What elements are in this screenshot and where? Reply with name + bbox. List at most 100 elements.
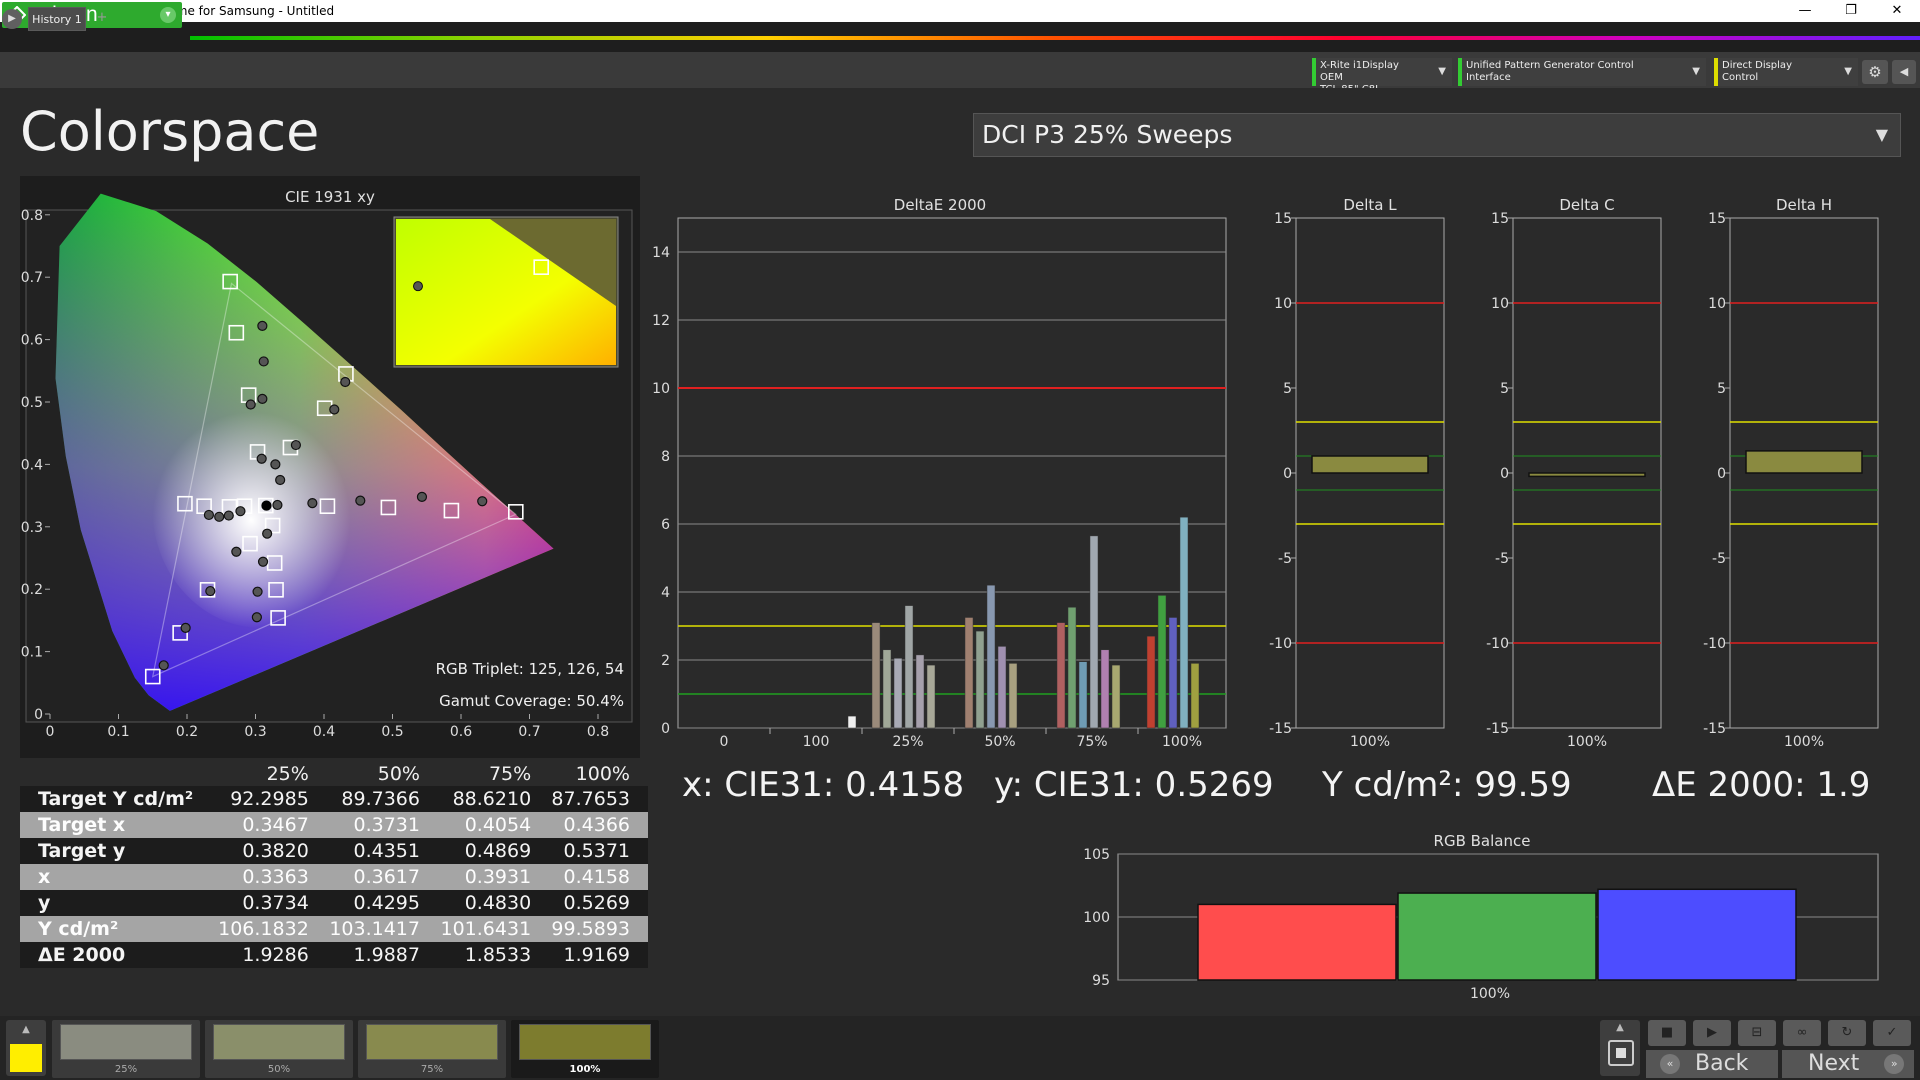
measured-marker — [355, 495, 366, 506]
y-tick-label: 0.7 — [21, 270, 43, 286]
delta-bar — [1311, 455, 1429, 474]
y-tick-label: 0.8 — [21, 208, 43, 224]
deltae-plot-area — [677, 217, 1227, 729]
deltae-bar — [904, 605, 914, 729]
loop-icon[interactable]: ∞ — [1783, 1020, 1821, 1046]
save-icon[interactable]: ⊟ — [1738, 1020, 1776, 1046]
y-tick-label: 6 — [661, 517, 670, 533]
check-icon[interactable]: ✓ — [1873, 1020, 1911, 1046]
y-tick-label: 0 — [1500, 466, 1509, 482]
play-icon[interactable]: ▶ — [1693, 1020, 1731, 1046]
current-color-swatch[interactable]: ▲ — [6, 1020, 46, 1076]
meter-device-selector[interactable]: X-Rite i1Display OEM TCL 85" C8L ▼ — [1312, 58, 1452, 95]
measurement-table: 25% 50% 75% 100% Target Y cd/m² 92.2985 89.73… — [20, 762, 648, 968]
y-tick-label: 5 — [1717, 381, 1726, 397]
y-tick-label: 15 — [1491, 211, 1509, 227]
column-header — [20, 762, 216, 786]
deltae-bar — [1168, 617, 1178, 729]
collapse-panel-button[interactable]: ◀ — [1892, 60, 1916, 84]
deltae-bar — [986, 584, 996, 729]
back-button[interactable]: « Back — [1646, 1050, 1778, 1078]
stop-measurement-button[interactable]: ▲ — [1600, 1020, 1640, 1076]
row-label: Target y — [20, 838, 216, 864]
x-tick-label: 0.5 — [381, 724, 403, 740]
table-cell: 1.9286 — [215, 942, 327, 968]
window-title-bar: Calman 2026 Calman Home for Samsung - Un… — [0, 0, 1920, 22]
table-row: Target Y cd/m² 92.2985 89.7366 88.6210 87.76… — [20, 786, 648, 812]
row-label: Y cd/m² — [20, 916, 216, 942]
deltae-bar — [964, 617, 974, 729]
display-control-selector[interactable]: Direct Display Control ▼ — [1714, 58, 1858, 86]
y-tick-label: 0.3 — [21, 520, 43, 536]
y-tick-label: 0.6 — [21, 333, 43, 349]
table-cell: 0.4366 — [549, 812, 648, 838]
table-cell: 103.1417 — [326, 916, 438, 942]
delta-c-chart: Delta C 15 10 5 0 -5 -10 -15 100% — [1486, 196, 1662, 750]
x-tick-label: 0 — [720, 734, 729, 750]
column-header: 100% — [549, 762, 648, 786]
y-tick-label: -5 — [1278, 551, 1292, 567]
y-tick-label: 0 — [1717, 466, 1726, 482]
patch-swatch[interactable]: 25% — [52, 1020, 200, 1078]
table-cell: 0.3731 — [326, 812, 438, 838]
patch-swatch[interactable]: 100% — [511, 1020, 659, 1078]
column-header: 50% — [326, 762, 438, 786]
deltae-bar — [1146, 635, 1156, 729]
stop-icon[interactable]: ■ — [1648, 1020, 1686, 1046]
next-arrow-icon: » — [1884, 1054, 1905, 1074]
refresh-icon[interactable]: ↻ — [1828, 1020, 1866, 1046]
x-tick-label: 0.4 — [313, 724, 335, 740]
pattern-set-dropdown[interactable]: DCI P3 25% Sweeps ▼ — [973, 113, 1901, 157]
deltae-x-axis: 0 100 25% 50% 75% 100% — [720, 728, 1202, 750]
window-title: Calman 2026 Calman Home for Samsung - Un… — [26, 4, 335, 18]
settings-gear-button[interactable]: ⚙ — [1862, 60, 1888, 84]
y-tick-label: -10 — [1486, 636, 1509, 652]
play-arrow-icon[interactable]: ▶ — [2, 9, 22, 29]
add-tab-button[interactable]: + — [92, 10, 112, 28]
measured-marker — [245, 399, 256, 410]
tab-history-1[interactable]: History 1 — [28, 7, 86, 31]
readout-y: y: CIE31: 0.5269 — [994, 765, 1274, 805]
row-label: ΔE 2000 — [20, 942, 216, 968]
x-tick-label: 0.1 — [107, 724, 129, 740]
column-header: 25% — [215, 762, 327, 786]
y-tick-label: -15 — [1269, 721, 1292, 737]
y-tick-label: 0.5 — [21, 395, 43, 411]
row-label: Target Y cd/m² — [20, 786, 216, 812]
table-cell: 0.4295 — [326, 890, 438, 916]
pattern-generator-selector[interactable]: Unified Pattern Generator Control Interf… — [1458, 58, 1706, 86]
deltae-bar — [975, 630, 985, 729]
x-tick-label: 100% — [1350, 734, 1390, 750]
deltae-bar — [882, 649, 892, 729]
close-button[interactable]: ✕ — [1874, 0, 1920, 22]
y-tick-label: 0.2 — [21, 582, 43, 598]
patch-color — [213, 1024, 345, 1060]
y-tick-label: -5 — [1712, 551, 1726, 567]
patch-label: 50% — [267, 1064, 291, 1075]
patch-color — [519, 1024, 651, 1060]
minimize-button[interactable]: — — [1782, 0, 1828, 22]
patch-swatch[interactable]: 75% — [358, 1020, 506, 1078]
table-cell: 0.4158 — [549, 864, 648, 890]
table-row: y 0.3734 0.4295 0.4830 0.5269 — [20, 890, 648, 916]
table-cell: 0.3617 — [326, 864, 438, 890]
y-tick-label: 10 — [652, 381, 670, 397]
chevron-down-icon: ▼ — [1875, 125, 1888, 144]
deltae-bar — [1056, 622, 1066, 729]
measured-marker — [270, 459, 281, 470]
next-button[interactable]: Next » — [1782, 1050, 1914, 1078]
x-tick-label: 75% — [1076, 734, 1107, 750]
y-tick-label: 15 — [1274, 211, 1292, 227]
rgb-balance-chart: RGB Balance 105 100 95 100% — [1083, 832, 1879, 1002]
patch-swatch[interactable]: 50% — [205, 1020, 353, 1078]
y-tick-label: 10 — [1708, 296, 1726, 312]
y-tick-label: 0.1 — [21, 645, 43, 661]
chevron-down-icon: ▼ — [1692, 66, 1700, 77]
y-tick-label: 105 — [1083, 847, 1110, 863]
x-tick-label: 0.6 — [450, 724, 472, 740]
y-tick-label: -5 — [1495, 551, 1509, 567]
y-tick-label: 5 — [1283, 381, 1292, 397]
row-label: y — [20, 890, 216, 916]
measured-marker — [258, 356, 269, 367]
restore-button[interactable]: ❐ — [1828, 0, 1874, 22]
